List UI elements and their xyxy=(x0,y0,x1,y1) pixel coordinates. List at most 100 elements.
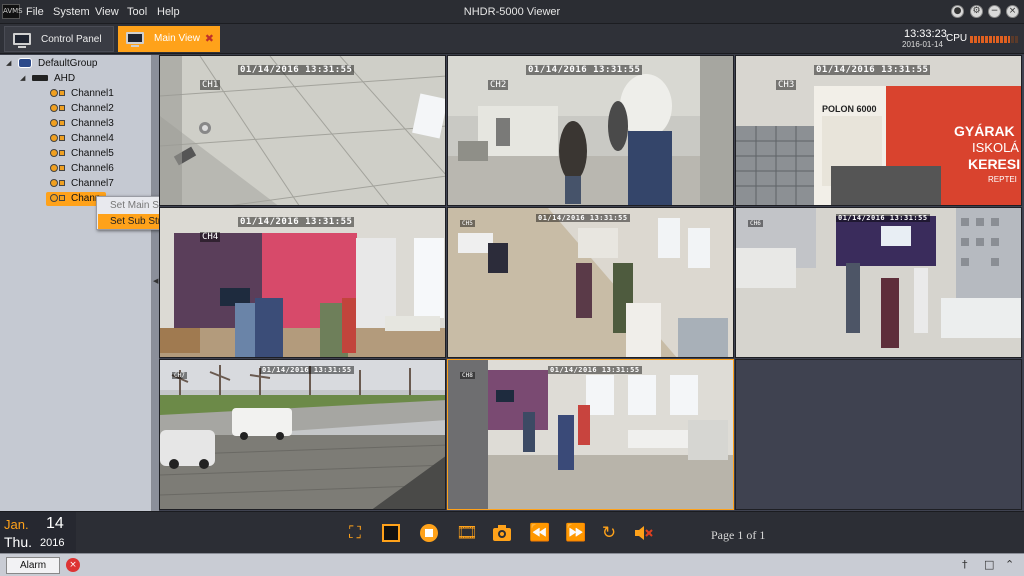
camera-timestamp: 01/14/2016 13:31:55 xyxy=(526,65,643,75)
camera-label: CH2 xyxy=(488,80,509,90)
camera-feed-image xyxy=(160,56,445,205)
camera-feed-image xyxy=(736,208,1021,357)
cpu-label: CPU xyxy=(946,33,968,44)
refresh-icon[interactable]: ↻ xyxy=(599,523,619,543)
camera-label: CH3 xyxy=(776,80,797,90)
tree-channel-1[interactable]: Channel1 xyxy=(50,87,114,101)
collapse-arrow-icon[interactable]: ◀ xyxy=(153,277,158,285)
camera-feed-image xyxy=(448,208,733,357)
camera-tile-empty[interactable] xyxy=(735,359,1022,510)
menu-tool[interactable]: Tool xyxy=(127,6,147,18)
banner-line-3: KERESI xyxy=(968,156,1020,172)
camera-timestamp: 01/14/2016 13:31:55 xyxy=(238,217,355,227)
record-icon[interactable]: 🎞 xyxy=(456,523,478,543)
date-panel: Jan. 14 Thu. 2016 xyxy=(0,512,76,554)
camera-tile-ch6[interactable]: 01/14/2016 13:31:55 CH6 xyxy=(735,207,1022,358)
camera-timestamp: 01/14/2016 13:31:55 xyxy=(836,214,930,222)
alarm-off-icon[interactable]: × xyxy=(66,558,80,572)
tree-channel-4[interactable]: Channel4 xyxy=(50,132,114,146)
channel-label: Channel7 xyxy=(71,178,114,189)
tree-channel-6[interactable]: Channel6 xyxy=(50,162,114,176)
camera-tile-ch8[interactable]: 01/14/2016 13:31:55 CH8 xyxy=(447,359,734,510)
tree-channel-2[interactable]: Channel2 xyxy=(50,102,114,116)
camera-lens-icon xyxy=(59,135,65,142)
channel-label: Channel5 xyxy=(71,148,114,159)
tab-main-view-label: Main View xyxy=(154,33,200,44)
tree-device-ahd[interactable]: ◢ AHD xyxy=(20,72,75,86)
channel-label: Channel3 xyxy=(71,118,114,129)
date-day: 14 xyxy=(46,515,64,532)
camera-label: CH8 xyxy=(460,372,475,379)
tree-channel-7[interactable]: Channel7 xyxy=(50,177,114,191)
tab-main-view[interactable]: Main View ✖ xyxy=(118,26,220,52)
menu-system[interactable]: System xyxy=(53,6,90,18)
close-icon[interactable]: × xyxy=(1006,5,1019,18)
single-view-icon[interactable] xyxy=(382,524,400,542)
camera-tile-ch7[interactable]: 01/14/2016 13:31:55 CH7 xyxy=(159,359,446,510)
camera-icon xyxy=(50,134,58,143)
pin-icon[interactable]: † xyxy=(962,558,968,571)
camera-icon xyxy=(50,104,58,113)
camera-tile-ch2[interactable]: 01/14/2016 13:31:55 CH2 xyxy=(447,55,734,206)
stop-icon[interactable] xyxy=(419,523,439,543)
group-icon xyxy=(18,58,32,69)
channel-label: Channel1 xyxy=(71,88,114,99)
camera-feed-image xyxy=(448,360,733,509)
camera-tile-ch3[interactable]: POLON 6000 GYÁRAK ISKOLÁ KERESI REPTEI 0… xyxy=(735,55,1022,206)
menu-view[interactable]: View xyxy=(95,6,119,18)
camera-tile-ch5[interactable]: 01/14/2016 13:31:55 CH5 xyxy=(447,207,734,358)
settings-icon[interactable]: ⚙ xyxy=(970,5,983,18)
menu-help[interactable]: Help xyxy=(157,6,180,18)
clock-time: 13:33:23 xyxy=(904,28,947,40)
mute-icon[interactable] xyxy=(633,523,653,543)
camera-tile-ch4[interactable]: 01/14/2016 13:31:55 CH4 xyxy=(159,207,446,358)
window-icon[interactable]: □ xyxy=(984,558,994,571)
collapse-toggle-icon[interactable]: ◢ xyxy=(20,72,25,86)
collapse-up-icon[interactable]: ⌃ xyxy=(1005,558,1014,571)
alarm-button[interactable]: Alarm xyxy=(6,557,60,574)
camera-timestamp: 01/14/2016 13:31:55 xyxy=(238,65,355,75)
fullscreen-icon[interactable]: ⛶ xyxy=(345,523,365,543)
tab-close-icon[interactable]: ✖ xyxy=(205,26,214,52)
camera-tile-ch1[interactable]: 01/14/2016 13:31:55 CH1 xyxy=(159,55,446,206)
poster-title: POLON 6000 xyxy=(822,104,877,114)
monitor-icon xyxy=(126,32,144,47)
tab-control-panel[interactable]: Control Panel xyxy=(4,26,114,52)
camera-lens-icon xyxy=(59,90,65,97)
tree-group-defaultgroup[interactable]: ◢ DefaultGroup xyxy=(6,57,97,71)
camera-feed-image xyxy=(448,56,733,205)
camera-icon xyxy=(50,194,58,203)
sidebar-collapse-handle[interactable]: ◀ xyxy=(152,55,159,511)
status-bar: Alarm × † □ ⌃ xyxy=(0,553,1024,576)
tree-channel-3[interactable]: Channel3 xyxy=(50,117,114,131)
dvr-icon xyxy=(32,75,48,82)
collapse-toggle-icon[interactable]: ◢ xyxy=(6,57,11,71)
menu-file[interactable]: File xyxy=(26,6,44,18)
fast-forward-icon[interactable]: ⏩ xyxy=(565,523,586,543)
camera-label: CH1 xyxy=(200,80,221,90)
menu-bar: AVMS File System View Tool Help NHDR-500… xyxy=(0,0,1024,24)
tree-channel-5[interactable]: Channel5 xyxy=(50,147,114,161)
rewind-icon[interactable]: ⏪ xyxy=(529,523,550,543)
nhdr-viewer-window: AVMS File System View Tool Help NHDR-500… xyxy=(0,0,1024,576)
lock-icon[interactable]: ● xyxy=(951,5,964,18)
monitor-icon xyxy=(13,33,31,48)
camera-icon xyxy=(50,89,58,98)
camera-lens-icon xyxy=(59,150,65,157)
device-tree-panel: ◢ DefaultGroup ◢ AHD Channel1 Channel2 C… xyxy=(0,55,152,511)
window-title: NHDR-5000 Viewer xyxy=(463,6,561,18)
camera-timestamp: 01/14/2016 13:31:55 xyxy=(814,65,931,75)
minimize-icon[interactable]: − xyxy=(988,5,1001,18)
banner-line-1: GYÁRAK xyxy=(954,123,1015,139)
camera-icon xyxy=(50,119,58,128)
camera-label: CH6 xyxy=(748,220,763,227)
camera-lens-icon xyxy=(59,195,65,202)
channel-label: Channel4 xyxy=(71,133,114,144)
snapshot-icon[interactable] xyxy=(492,523,512,543)
camera-timestamp: 01/14/2016 13:31:55 xyxy=(536,214,630,222)
camera-icon xyxy=(50,179,58,188)
app-logo: AVMS xyxy=(2,4,23,19)
camera-feed-image xyxy=(160,360,445,509)
camera-feed-image: POLON 6000 GYÁRAK ISKOLÁ KERESI REPTEI xyxy=(736,56,1021,205)
clock-date: 2016-01-14 xyxy=(902,40,943,49)
